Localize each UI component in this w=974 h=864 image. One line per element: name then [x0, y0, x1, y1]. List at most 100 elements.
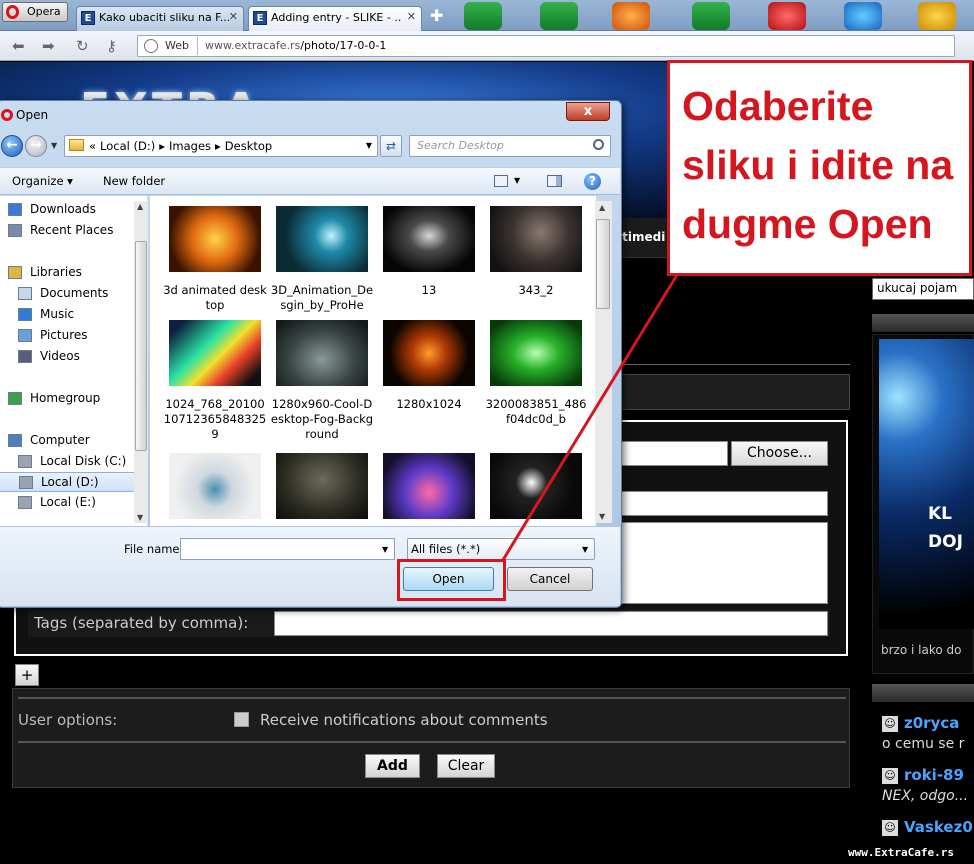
clear-button[interactable]: Clear	[437, 754, 495, 778]
file-name-caption[interactable]: 1280x960-Cool-Desktop-Fog-Background	[270, 397, 374, 442]
file-name-caption[interactable]: 1024_768_20100107123658483259	[163, 397, 267, 442]
file-thumbnail[interactable]	[383, 206, 475, 272]
sidebar-promo[interactable]	[872, 334, 974, 674]
file-thumbnail[interactable]	[169, 206, 261, 272]
file-name-caption[interactable]: 3D_Animation_Desgin_by_ProHe	[270, 283, 374, 313]
back-arrow-icon[interactable]: ←	[1, 135, 23, 157]
add-row-button[interactable]: +	[15, 664, 39, 686]
new-folder-button[interactable]: New folder	[103, 174, 165, 188]
nav-item[interactable]: Documents	[0, 284, 136, 304]
search-input[interactable]: Search Desktop	[409, 135, 611, 157]
nav-item[interactable]: Local (D:)	[0, 472, 136, 492]
file-name-caption[interactable]: 1280x1024	[377, 397, 481, 412]
file-thumbnail[interactable]	[169, 320, 261, 386]
file-name-caption[interactable]: 3200083851_486f04dc0d_b	[484, 397, 588, 427]
file-thumbnail[interactable]	[383, 320, 475, 386]
description-field[interactable]	[620, 522, 828, 604]
breadcrumb[interactable]: « Local (D:) ▸ Images ▸ Desktop ▼	[64, 135, 378, 157]
comment-user[interactable]: ☺ roki-89	[882, 766, 964, 784]
add-button[interactable]: Add	[365, 754, 420, 778]
breadcrumb-segment[interactable]: Images	[169, 139, 211, 153]
refresh-button[interactable]: ⇄	[380, 135, 402, 157]
forward-arrow-icon[interactable]: ➡	[42, 37, 55, 55]
breadcrumb-segment[interactable]: Desktop	[225, 139, 272, 153]
notify-checkbox-label[interactable]: Receive notifications about comments	[260, 711, 548, 729]
nav-item[interactable]: Recent Places	[0, 221, 136, 241]
reload-icon[interactable]: ↻	[76, 37, 89, 55]
breadcrumb-path[interactable]: « Local (D:) ▸ Images ▸ Desktop	[89, 139, 276, 153]
file-name-caption[interactable]: 13	[377, 283, 481, 298]
taskbar-app-icon	[918, 2, 956, 30]
title-field[interactable]	[620, 491, 828, 516]
navigation-scrollbar[interactable]: ▲ ▼	[134, 201, 148, 523]
scroll-down-icon[interactable]: ▼	[599, 512, 605, 521]
file-thumbnail[interactable]	[169, 453, 261, 519]
notify-checkbox[interactable]	[234, 712, 249, 727]
new-tab-icon[interactable]: ✚	[430, 6, 443, 25]
breadcrumb-segment[interactable]: ▸	[215, 139, 221, 153]
chevron-down-icon[interactable]: ▼	[366, 141, 372, 150]
sidebar-search-input[interactable]: ukucaj pojam	[872, 278, 974, 300]
nav-item[interactable]: Pictures	[0, 326, 136, 346]
file-name-caption[interactable]: 3d animated desktop	[163, 283, 267, 313]
nav-item[interactable]: Homegroup	[0, 389, 136, 409]
opera-menu-button[interactable]: Opera	[2, 2, 68, 22]
back-arrow-icon[interactable]: ⬅	[12, 37, 25, 55]
url-text[interactable]: www.extracafe.rs/photo/17-0-0-1	[205, 39, 386, 52]
file-thumbnail[interactable]	[276, 320, 368, 386]
address-bar[interactable]: Web www.extracafe.rs/photo/17-0-0-1	[137, 35, 955, 57]
comment-user[interactable]: ☺ Vaskez0	[882, 818, 973, 836]
dialog-close-button[interactable]: x	[566, 102, 610, 121]
scrollbar-thumb[interactable]	[596, 219, 610, 309]
organize-menu[interactable]: Organize ▾	[12, 174, 73, 188]
help-icon[interactable]: ?	[584, 173, 601, 190]
file-thumbnail[interactable]	[490, 206, 582, 272]
browser-tab-bar: Opera E Kako ubaciti sliku na F... ✕ E A…	[0, 0, 974, 31]
chevron-down-icon[interactable]: ▼	[582, 545, 588, 554]
tags-input[interactable]	[274, 611, 828, 636]
open-button-highlight	[397, 559, 506, 601]
file-thumbnail[interactable]	[276, 206, 368, 272]
scroll-down-icon[interactable]: ▼	[137, 513, 143, 522]
search-icon[interactable]	[593, 139, 604, 150]
file-name-input[interactable]	[180, 538, 395, 560]
preview-pane-icon[interactable]	[547, 175, 562, 187]
comment-user[interactable]: ☺ z0ryca	[882, 714, 959, 732]
nav-item[interactable]: Computer	[0, 431, 136, 451]
nav-item[interactable]: Videos	[0, 347, 136, 367]
recent-locations-dropdown-icon[interactable]: ▼	[51, 141, 57, 150]
cancel-button[interactable]: Cancel	[507, 567, 593, 591]
chevron-down-icon[interactable]: ▼	[382, 545, 388, 554]
user-icon: ☺	[882, 820, 898, 836]
chevron-down-icon[interactable]: ▼	[514, 176, 520, 185]
nav-item-label: Videos	[40, 349, 80, 363]
menu-item-multimedia[interactable]: ltimedi	[618, 230, 665, 244]
scroll-up-icon[interactable]: ▲	[599, 203, 605, 212]
breadcrumb-segment[interactable]: «	[89, 139, 96, 153]
choose-file-button[interactable]: Choose...	[731, 441, 828, 466]
forward-arrow-icon[interactable]: →	[25, 135, 47, 157]
nav-item[interactable]: Local (E:)	[0, 493, 136, 513]
nav-item[interactable]: Music	[0, 305, 136, 325]
tab-kako-ubaciti[interactable]: E Kako ubaciti sliku na F... ✕	[76, 6, 244, 31]
nav-item[interactable]: Local Disk (C:)	[0, 452, 136, 472]
scroll-up-icon[interactable]: ▲	[137, 202, 143, 211]
key-icon[interactable]: ⚷	[106, 37, 117, 55]
file-thumbnail[interactable]	[490, 320, 582, 386]
file-thumbnail[interactable]	[490, 453, 582, 519]
nav-item[interactable]: Downloads	[0, 200, 136, 220]
tab-close-icon[interactable]: ✕	[407, 10, 416, 23]
nav-item[interactable]: Libraries	[0, 263, 136, 283]
file-thumbnail[interactable]	[383, 453, 475, 519]
file-thumbnail[interactable]	[276, 453, 368, 519]
file-list-scrollbar[interactable]: ▲ ▼	[595, 201, 612, 523]
change-view-icon[interactable]	[494, 175, 508, 187]
sidebar-section-header	[872, 684, 974, 702]
file-path-field[interactable]	[620, 441, 728, 466]
tab-adding-entry[interactable]: E Adding entry - SLIKE - ... ✕	[248, 6, 422, 31]
file-name-caption[interactable]: 343_2	[484, 283, 588, 298]
scrollbar-thumb[interactable]	[135, 241, 147, 451]
breadcrumb-segment[interactable]: Local (D:)	[100, 139, 155, 153]
tab-close-icon[interactable]: ✕	[229, 10, 238, 23]
breadcrumb-segment[interactable]: ▸	[159, 139, 165, 153]
